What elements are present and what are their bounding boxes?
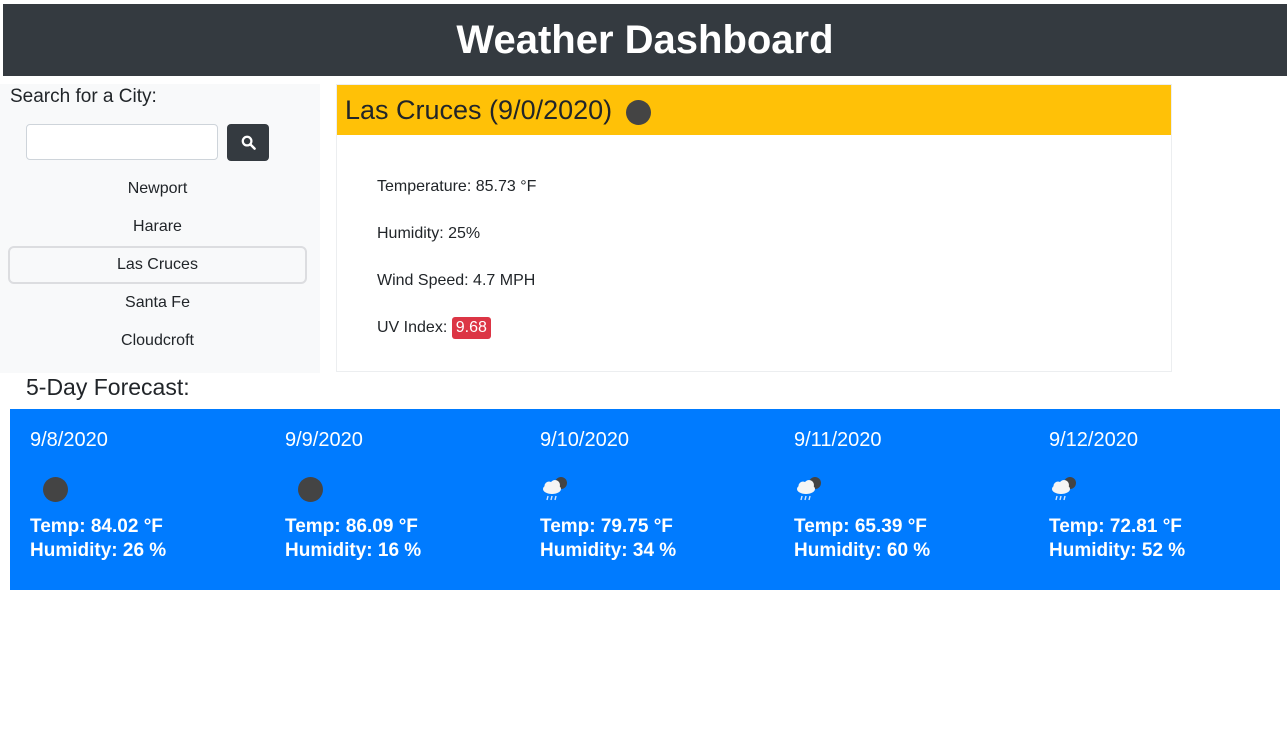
forecast-date: 9/9/2020 xyxy=(285,429,363,451)
forecast-humidity: Humidity: 52 % xyxy=(1049,540,1186,561)
rain-night-icon xyxy=(1052,477,1076,501)
rain-night-icon xyxy=(543,477,567,501)
current-weather-header: Las Cruces (9/0/2020) xyxy=(337,85,1171,135)
forecast-title: 5-Day Forecast: xyxy=(26,374,190,400)
current-humidity: Humidity: 25% xyxy=(377,225,481,242)
current-city-title: Las Cruces (9/0/2020) xyxy=(345,94,613,125)
forecast-day: 9/9/2020 Temp: 86.09 °F Humidity: 16 % xyxy=(265,409,505,590)
forecast-panel: 9/8/2020 Temp: 84.02 °F Humidity: 26 % 9… xyxy=(10,409,1280,590)
forecast-date: 9/10/2020 xyxy=(540,429,629,451)
forecast-temp: Temp: 72.81 °F xyxy=(1049,516,1182,537)
forecast-date: 9/8/2020 xyxy=(30,429,108,451)
forecast-date: 9/12/2020 xyxy=(1049,429,1138,451)
forecast-humidity: Humidity: 26 % xyxy=(30,540,167,561)
current-uv-index: UV Index: 9.68 xyxy=(377,317,491,339)
forecast-temp: Temp: 65.39 °F xyxy=(794,516,927,537)
search-sidebar: Search for a City: Newport Harare Las Cr… xyxy=(0,84,320,373)
rain-night-icon xyxy=(797,477,821,501)
search-title: Search for a City: xyxy=(10,86,157,107)
search-icon xyxy=(241,135,256,150)
forecast-day: 9/11/2020 Temp: 65.39 °F Humidity: 60 % xyxy=(774,409,1014,590)
current-temperature: Temperature: 85.73 °F xyxy=(377,178,537,195)
city-item-harare[interactable]: Harare xyxy=(8,208,307,246)
forecast-humidity: Humidity: 60 % xyxy=(794,540,931,561)
forecast-temp: Temp: 86.09 °F xyxy=(285,516,418,537)
forecast-date: 9/11/2020 xyxy=(794,429,882,451)
page-title: Weather Dashboard xyxy=(456,17,834,62)
page-header: Weather Dashboard xyxy=(3,4,1287,76)
forecast-temp: Temp: 79.75 °F xyxy=(540,516,673,537)
city-search-input[interactable] xyxy=(26,124,218,160)
forecast-humidity: Humidity: 16 % xyxy=(285,540,422,561)
clear-night-icon xyxy=(43,477,68,502)
current-wind-speed: Wind Speed: 4.7 MPH xyxy=(377,272,536,289)
forecast-day: 9/10/2020 Temp: 79.75 °F Humidity: 34 % xyxy=(520,409,760,590)
city-item-las-cruces[interactable]: Las Cruces xyxy=(8,246,307,284)
forecast-day: 9/8/2020 Temp: 84.02 °F Humidity: 26 % xyxy=(10,409,250,590)
city-item-newport[interactable]: Newport xyxy=(8,170,307,208)
forecast-day: 9/12/2020 Temp: 72.81 °F Humidity: 52 % xyxy=(1029,409,1269,590)
current-weather-card: Las Cruces (9/0/2020) Temperature: 85.73… xyxy=(336,84,1172,372)
forecast-humidity: Humidity: 34 % xyxy=(540,540,677,561)
uv-index-label: UV Index: xyxy=(377,319,448,336)
search-button[interactable] xyxy=(227,124,269,161)
city-history-list: Newport Harare Las Cruces Santa Fe Cloud… xyxy=(8,170,307,360)
uv-index-badge: 9.68 xyxy=(451,317,491,339)
city-item-cloudcroft[interactable]: Cloudcroft xyxy=(8,322,307,360)
clear-night-icon xyxy=(298,477,323,502)
forecast-temp: Temp: 84.02 °F xyxy=(30,516,163,537)
clear-night-icon xyxy=(626,99,652,125)
city-item-santa-fe[interactable]: Santa Fe xyxy=(8,284,307,322)
